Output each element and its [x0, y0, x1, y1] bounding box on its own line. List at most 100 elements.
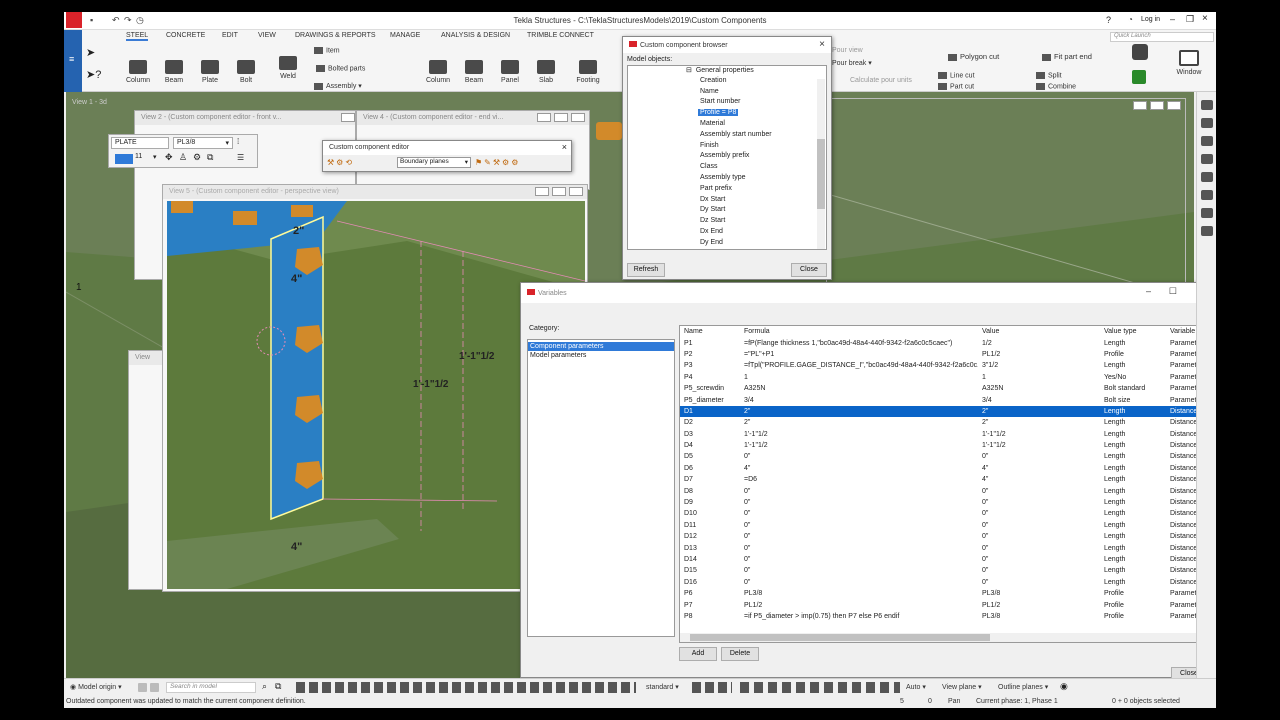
- table-cell[interactable]: D3: [680, 429, 740, 440]
- table-cell[interactable]: Length: [1100, 429, 1166, 440]
- table-cell[interactable]: 0": [978, 508, 1100, 519]
- move-icon[interactable]: ✥: [165, 152, 173, 163]
- tree-root[interactable]: ⊟ General properties: [628, 66, 826, 77]
- table-cell[interactable]: 2": [740, 417, 978, 428]
- table-cell[interactable]: 2": [978, 405, 1100, 418]
- view-plane-select[interactable]: View plane ▾: [942, 683, 982, 691]
- model-origin-select[interactable]: ◉ Model origin ▾: [70, 683, 122, 691]
- color-swatch[interactable]: [115, 154, 133, 164]
- table-row[interactable]: P2 ="PL"+P1 PL1/2 Profile Parameter: [680, 349, 1206, 360]
- tree-item[interactable]: Dz Start: [628, 217, 826, 228]
- panel-button[interactable]: Panel: [496, 60, 524, 84]
- category-list[interactable]: Component parameters Model parameters: [527, 339, 675, 637]
- tab-steel[interactable]: STEEL: [126, 32, 149, 41]
- table-cell[interactable]: P2: [680, 349, 740, 360]
- view-switches[interactable]: [692, 682, 732, 693]
- add-object-icon[interactable]: [1132, 70, 1146, 84]
- table-cell[interactable]: D2: [680, 417, 740, 428]
- table-cell[interactable]: PL3/8: [978, 588, 1100, 599]
- table-cell[interactable]: 1: [978, 372, 1100, 383]
- split-button[interactable]: Split: [1036, 72, 1062, 79]
- table-cell[interactable]: Length: [1100, 577, 1166, 588]
- table-row[interactable]: D1 2" 2" Length Distance: [680, 405, 1206, 418]
- snap-toggle-icon[interactable]: [150, 683, 159, 692]
- cce-right-icons[interactable]: ⚑✎⚒⚙⚙: [475, 158, 520, 167]
- footing-button[interactable]: Footing: [572, 60, 604, 84]
- combine-button[interactable]: Combine: [1036, 83, 1076, 90]
- view2-close-icon[interactable]: [341, 113, 355, 122]
- number-dropdown-icon[interactable]: ▾: [153, 153, 157, 161]
- help-arrow-icon[interactable]: ➤?: [86, 68, 101, 81]
- slab-button[interactable]: Slab: [532, 60, 560, 84]
- table-cell[interactable]: 0": [740, 497, 978, 508]
- table-cell[interactable]: P7: [680, 599, 740, 610]
- select-arrow-icon[interactable]: ➤: [86, 46, 95, 59]
- table-cell[interactable]: 4": [740, 463, 978, 474]
- item-button[interactable]: Item: [314, 47, 340, 54]
- table-cell[interactable]: Length: [1100, 474, 1166, 485]
- tab-analysis-design[interactable]: ANALYSIS & DESIGN: [441, 32, 510, 39]
- table-row[interactable]: D15 0" 0" Length Distance: [680, 565, 1206, 576]
- table-cell[interactable]: D5: [680, 451, 740, 462]
- table-cell[interactable]: 0": [740, 577, 978, 588]
- table-row[interactable]: D4 1'-1"1/2 1'-1"1/2 Length Distance: [680, 440, 1206, 451]
- search-icon[interactable]: ⌕: [262, 681, 267, 692]
- tab-view[interactable]: VIEW: [258, 32, 276, 39]
- table-cell[interactable]: 0": [740, 565, 978, 576]
- tree-item[interactable]: Profile = P8: [628, 109, 826, 120]
- table-cell[interactable]: Length: [1100, 451, 1166, 462]
- tab-edit[interactable]: EDIT: [222, 32, 238, 39]
- table-row[interactable]: D6 4" 4" Length Distance: [680, 463, 1206, 474]
- category-component-parameters[interactable]: Component parameters: [528, 342, 674, 351]
- steel-beam-button[interactable]: Beam: [160, 60, 188, 84]
- pour-break-button[interactable]: Pour break ▾: [832, 59, 872, 67]
- table-cell[interactable]: 0": [740, 531, 978, 542]
- table-cell[interactable]: 0": [978, 542, 1100, 553]
- table-cell[interactable]: D11: [680, 520, 740, 531]
- table-row[interactable]: D13 0" 0" Length Distance: [680, 542, 1206, 553]
- line-cut-button[interactable]: Line cut: [938, 72, 975, 79]
- profile-select[interactable]: PL3/8 ▾: [173, 137, 233, 149]
- table-cell[interactable]: Length: [1100, 405, 1166, 418]
- table-cell[interactable]: 0": [978, 531, 1100, 542]
- model-objects-tree[interactable]: ⊟ General properties Creation Name Start n…: [627, 65, 827, 250]
- table-cell[interactable]: Length: [1100, 520, 1166, 531]
- table-cell[interactable]: Length: [1100, 542, 1166, 553]
- table-row[interactable]: P1 =fP(Flange thickness 1,"bc0ac49d-48a4-…: [680, 337, 1206, 348]
- table-cell[interactable]: =D6: [740, 474, 978, 485]
- tree-item[interactable]: Assembly start number: [628, 131, 826, 142]
- cube-icon[interactable]: [1200, 190, 1213, 200]
- table-cell[interactable]: PL1/2: [978, 349, 1100, 360]
- table-cell[interactable]: 1'-1"1/2: [978, 440, 1100, 451]
- tag-icon[interactable]: [1200, 226, 1213, 236]
- table-cell[interactable]: PL1/2: [978, 599, 1100, 610]
- table-cell[interactable]: D12: [680, 531, 740, 542]
- table-row[interactable]: D12 0" 0" Length Distance: [680, 531, 1206, 542]
- tree-item[interactable]: Material: [628, 120, 826, 131]
- view4-restore-icon[interactable]: [554, 113, 568, 122]
- add-button[interactable]: Add: [679, 647, 717, 661]
- settings-icon[interactable]: ⚙: [193, 152, 201, 163]
- search-in-model-input[interactable]: Search in model: [166, 682, 256, 693]
- components-icon[interactable]: [1200, 208, 1213, 218]
- table-row[interactable]: P5_screwdin A325N A325N Bolt standard Parame…: [680, 383, 1206, 394]
- table-row[interactable]: P7 PL1/2 PL1/2 Profile Parameter: [680, 599, 1206, 610]
- table-cell[interactable]: PL3/8: [978, 611, 1100, 622]
- tree-item[interactable]: Dx End: [628, 228, 826, 239]
- view5-minimize-icon[interactable]: [535, 187, 549, 196]
- calculate-pour-units-button[interactable]: Calculate pour units: [850, 77, 912, 84]
- figure-icon[interactable]: ♙: [179, 152, 187, 163]
- table-cell[interactable]: A325N: [740, 383, 978, 394]
- variables-minimize-icon[interactable]: –: [1146, 286, 1151, 296]
- table-row[interactable]: D14 0" 0" Length Distance: [680, 554, 1206, 565]
- chevron-right-icon[interactable]: [1200, 100, 1213, 110]
- table-cell[interactable]: 3/4: [978, 394, 1100, 405]
- table-cell[interactable]: 0": [740, 520, 978, 531]
- table-cell[interactable]: 0": [978, 451, 1100, 462]
- table-cell[interactable]: D13: [680, 542, 740, 553]
- table-cell[interactable]: 3"1/2: [978, 360, 1100, 371]
- steel-column-button[interactable]: Column: [124, 60, 152, 84]
- view1-close-icon[interactable]: [1167, 101, 1181, 110]
- table-cell[interactable]: Profile: [1100, 349, 1166, 360]
- variables-grid[interactable]: Name Formula Value Value type Variable t…: [679, 325, 1207, 643]
